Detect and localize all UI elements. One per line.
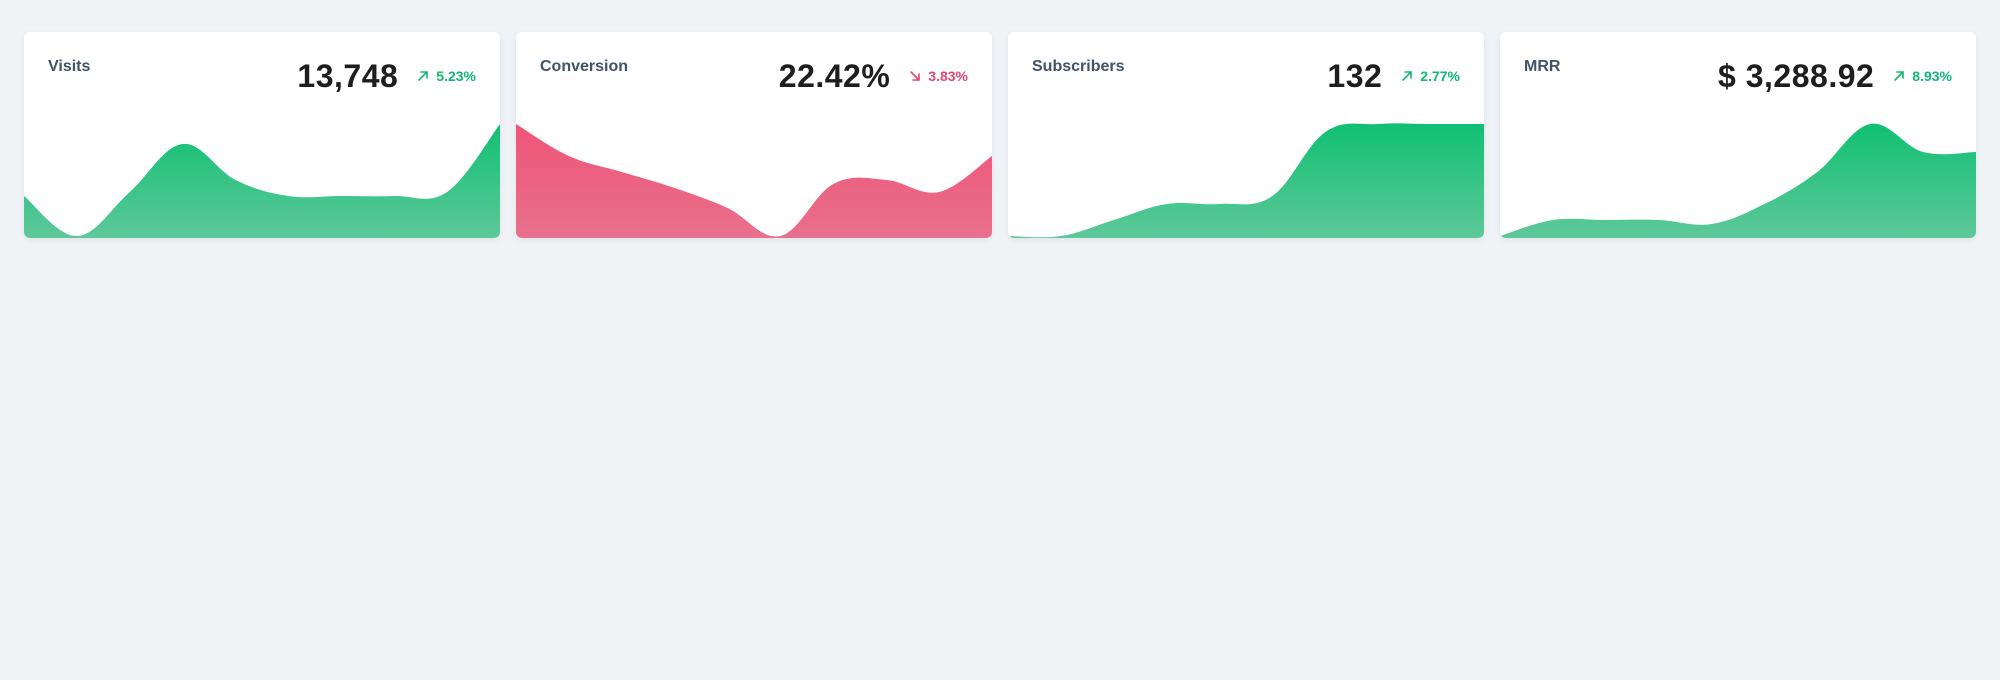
stat-card-visits[interactable]: Visits 13,748 5.23%	[24, 32, 500, 238]
change-badge: 2.77%	[1400, 68, 1460, 84]
card-metrics: 13,748 5.23%	[297, 56, 476, 96]
sparkline-area	[1008, 123, 1484, 238]
stat-card-mrr[interactable]: MRR $ 3,288.92 8.93%	[1500, 32, 1976, 238]
change-badge: 5.23%	[416, 68, 476, 84]
change-percent: 5.23%	[436, 68, 476, 84]
card-title: MRR	[1524, 58, 1561, 75]
card-value: 13,748	[297, 58, 399, 94]
card-value: 22.42%	[778, 58, 891, 94]
card-metrics: 22.42% 3.83%	[779, 56, 968, 96]
arrow-up-right-icon	[418, 71, 429, 81]
change-percent: 8.93%	[1912, 68, 1952, 84]
arrow-glyph	[910, 71, 921, 81]
change-percent: 3.83%	[928, 68, 968, 84]
sparkline-area	[516, 124, 992, 238]
stat-card-subscribers[interactable]: Subscribers 132 2.77%	[1008, 32, 1484, 238]
card-value: 132	[1327, 58, 1383, 94]
card-metrics: $ 3,288.92 8.93%	[1718, 56, 1952, 96]
card-metrics: 132 2.77%	[1327, 56, 1460, 96]
arrow-glyph	[1402, 71, 1413, 81]
change-badge: 8.93%	[1892, 68, 1952, 84]
change-percent: 2.77%	[1420, 68, 1460, 84]
stat-card-conversion[interactable]: Conversion 22.42% 3.83%	[516, 32, 992, 238]
sparkline-area	[1500, 123, 1976, 238]
change-badge: 3.83%	[908, 68, 968, 84]
stats-card-grid: Visits 13,748 5.23% Conversion 22.42% 3.…	[24, 32, 1976, 238]
arrow-up-right-icon	[1894, 71, 1905, 81]
card-title: Conversion	[540, 58, 629, 75]
arrow-up-right-icon	[1402, 71, 1413, 81]
card-value: $ 3,288.92	[1718, 58, 1875, 94]
card-title: Subscribers	[1032, 58, 1125, 75]
arrow-down-right-icon	[910, 71, 921, 81]
arrow-glyph	[418, 71, 429, 81]
card-title: Visits	[48, 58, 91, 75]
arrow-glyph	[1894, 71, 1905, 81]
sparkline-area	[24, 124, 500, 238]
